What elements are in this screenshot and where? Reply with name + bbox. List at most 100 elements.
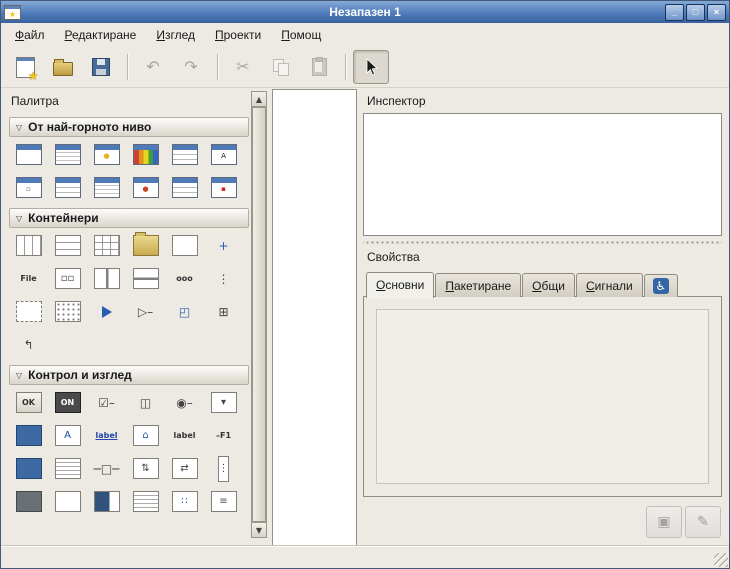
paste-button[interactable] [301, 50, 337, 84]
text-entry-icon[interactable]: A [48, 419, 87, 452]
scrolledwindow-icon[interactable] [48, 295, 87, 328]
expander-widget-icon[interactable]: ▷– [126, 295, 165, 328]
handlebox-icon[interactable] [87, 295, 126, 328]
expander-icon: ▽ [16, 214, 22, 223]
pane-handle[interactable] [363, 240, 722, 245]
minimize-button[interactable]: _ [665, 4, 684, 21]
titlebar[interactable]: ★ Незапазен 1 _ □ × [1, 1, 729, 23]
palette-section-controls[interactable]: ▽ Контрол и изглед [9, 365, 249, 385]
check-button-icon[interactable]: ☑– [87, 386, 126, 419]
tab-general[interactable]: Основни [366, 272, 434, 298]
hscrollbar-icon[interactable]: ⇄ [165, 452, 204, 485]
vscrollbar-icon[interactable]: ⋮ [204, 452, 243, 485]
about-dialog-icon[interactable] [48, 171, 87, 204]
option-menu-icon[interactable]: ◫ [126, 386, 165, 419]
radio-button-icon[interactable]: ◉– [165, 386, 204, 419]
viewport-icon[interactable] [9, 295, 48, 328]
message-dialog-icon[interactable]: ● [87, 138, 126, 171]
entry-small-icon[interactable] [9, 452, 48, 485]
layout-icon[interactable]: ◰ [165, 295, 204, 328]
info-button[interactable]: ▣ [646, 506, 682, 538]
maximize-button[interactable]: □ [686, 4, 705, 21]
window-controls: _ □ × [663, 4, 726, 21]
button-icon[interactable]: OK [9, 386, 48, 419]
toggle-button-icon[interactable]: ON [48, 386, 87, 419]
link-label-icon[interactable]: label [87, 419, 126, 452]
window-title: Незапазен 1 [1, 5, 729, 19]
entry-icon[interactable] [9, 419, 48, 452]
hbuttonbox-icon[interactable]: ooo [165, 262, 204, 295]
spin-button-icon[interactable]: ⇅ [126, 452, 165, 485]
combo-box-entry-icon[interactable]: ⌂ [126, 419, 165, 452]
vpaned-icon[interactable] [126, 262, 165, 295]
cut-button[interactable]: ✂ [225, 50, 261, 84]
tree-view-icon[interactable]: ≡ [204, 485, 243, 518]
properties-empty-page [376, 309, 709, 484]
palette-scrollbar: ▲ ▼ [251, 91, 267, 538]
tab-packing[interactable]: Пакетиране [435, 273, 521, 297]
undo-button[interactable]: ↶ [135, 50, 171, 84]
font-selection-dialog-icon[interactable]: A [204, 138, 243, 171]
file-chooser-dialog-icon[interactable] [87, 171, 126, 204]
status-bar-icon[interactable] [126, 485, 165, 518]
icon-view-icon[interactable]: ∷ [165, 485, 204, 518]
status-bar [1, 545, 729, 568]
save-project-button[interactable] [83, 50, 119, 84]
hpaned-icon[interactable] [87, 262, 126, 295]
fixed-icon[interactable]: + [204, 229, 243, 262]
tab-common[interactable]: Общи [522, 273, 575, 297]
hbox-icon[interactable] [9, 229, 48, 262]
menubar: Файл Редактиране Изглед Проекти Помощ [1, 23, 729, 47]
copy-button[interactable] [263, 50, 299, 84]
menu-file[interactable]: Файл [5, 25, 55, 45]
palette-section-toplevel[interactable]: ▽ От най-горното ниво [9, 117, 249, 137]
list-dialog-icon[interactable] [165, 171, 204, 204]
scroll-down-button[interactable]: ▼ [251, 522, 267, 538]
toolbar-icon[interactable]: ▫▫ [48, 262, 87, 295]
progress-bar-icon[interactable] [87, 485, 126, 518]
close-button[interactable]: × [707, 4, 726, 21]
text-view-icon[interactable] [48, 452, 87, 485]
redo-button[interactable]: ↷ [173, 50, 209, 84]
open-project-button[interactable] [45, 50, 81, 84]
menu-projects[interactable]: Проекти [205, 25, 271, 45]
input-dialog-icon[interactable]: ▫ [9, 171, 48, 204]
assistant-icon[interactable]: ● [126, 171, 165, 204]
scrollbar-thumb[interactable] [252, 107, 266, 522]
label-icon[interactable]: label [165, 419, 204, 452]
vbuttonbox-icon[interactable]: ⋮ [204, 262, 243, 295]
new-project-button[interactable]: ★ [7, 50, 43, 84]
file-selection-dialog-icon[interactable] [165, 138, 204, 171]
color-selection-dialog-icon[interactable] [126, 138, 165, 171]
hscale-icon[interactable]: ─□─ [87, 452, 126, 485]
alignment-icon[interactable]: ↰ [9, 328, 48, 361]
eventbox-icon[interactable]: ⊞ [204, 295, 243, 328]
selector-button[interactable] [353, 50, 389, 84]
menubar-icon[interactable]: File [9, 262, 48, 295]
dialog-icon[interactable] [48, 138, 87, 171]
vbox-icon[interactable] [48, 229, 87, 262]
window-icon[interactable] [9, 138, 48, 171]
resize-grip[interactable] [714, 553, 728, 567]
edit-button[interactable]: ✎ [685, 506, 721, 538]
menu-view[interactable]: Изглед [146, 25, 205, 45]
frame-icon[interactable] [165, 229, 204, 262]
palette-section-containers[interactable]: ▽ Контейнери [9, 208, 249, 228]
image-icon[interactable] [9, 485, 48, 518]
tab-accessibility[interactable]: ♿ [644, 274, 678, 297]
notebook-icon[interactable] [126, 229, 165, 262]
menu-edit[interactable]: Редактиране [55, 25, 147, 45]
palette-section-label: Контейнери [28, 211, 98, 225]
combo-box-icon[interactable]: ▾ [204, 386, 243, 419]
menu-help[interactable]: Помощ [271, 25, 331, 45]
table-icon[interactable] [87, 229, 126, 262]
scrollbar-track[interactable] [251, 107, 267, 522]
accel-label-icon[interactable]: –F1 [204, 419, 243, 452]
drawing-area-icon[interactable] [48, 485, 87, 518]
workspace-canvas[interactable] [272, 89, 357, 547]
tab-signals[interactable]: Сигнали [576, 273, 643, 297]
expander-icon: ▽ [16, 371, 22, 380]
inspector-tree[interactable] [363, 113, 722, 236]
alert-dialog-icon[interactable]: ▪ [204, 171, 243, 204]
scroll-up-button[interactable]: ▲ [251, 91, 267, 107]
